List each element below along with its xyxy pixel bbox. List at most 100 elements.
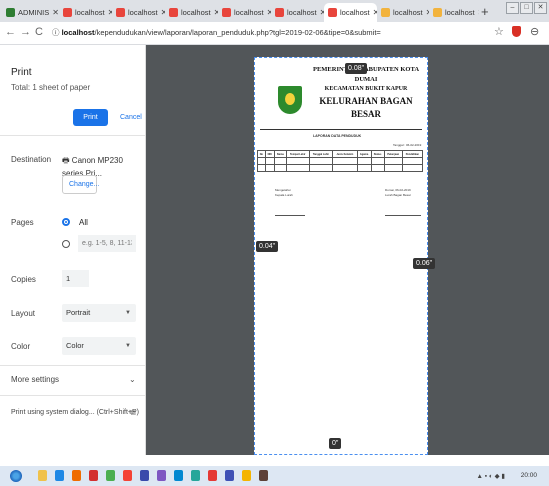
doc-heading-line3: KECAMATAN BUKIT KAPUR xyxy=(324,86,408,92)
system-tray-icons[interactable]: ▲ ▪ ◐ ◆ ▮ xyxy=(477,472,505,480)
site-favicon-icon xyxy=(328,8,337,17)
chrome-icon[interactable] xyxy=(242,470,251,481)
tab-localhost[interactable]: localhost ✕ xyxy=(218,3,271,22)
pages-all-radio[interactable] xyxy=(62,218,70,226)
cancel-button[interactable]: Cancel xyxy=(114,109,142,126)
tab-admin[interactable]: ADMINIS ✕ xyxy=(2,3,59,22)
url-host: localhost xyxy=(61,28,95,37)
tab-label: localhost xyxy=(445,8,475,17)
sheet-count: Total: 1 sheet of paper xyxy=(11,83,91,92)
profile-icon[interactable]: ⊖ xyxy=(530,25,539,38)
app-icon[interactable] xyxy=(89,470,98,481)
maximize-icon[interactable]: □ xyxy=(520,2,533,14)
ie-icon[interactable] xyxy=(55,470,64,481)
print-button[interactable]: Print xyxy=(73,109,108,126)
extension-shield-icon[interactable] xyxy=(512,26,521,37)
close-window-icon[interactable]: ✕ xyxy=(534,2,547,14)
close-icon[interactable]: ✕ xyxy=(52,8,59,17)
pages-range-radio[interactable] xyxy=(62,240,70,248)
pages-label: Pages xyxy=(11,218,34,227)
tab-localhost[interactable]: localhost ✕ xyxy=(271,3,324,22)
color-value: Color xyxy=(66,341,84,350)
tab-localhost[interactable]: localhost ✕ xyxy=(429,3,479,22)
app-icon[interactable] xyxy=(123,470,132,481)
signature-line-left xyxy=(275,215,305,216)
table-header-cell: Tanggal Lahir xyxy=(308,150,334,158)
reload-icon[interactable]: C xyxy=(35,26,43,38)
sign-right-line2: Lurah Bagan Besar xyxy=(385,193,411,197)
site-favicon-icon xyxy=(63,8,72,17)
divider xyxy=(0,365,145,366)
explorer-icon[interactable] xyxy=(38,470,47,481)
app-icon[interactable] xyxy=(157,470,166,481)
change-destination-button[interactable]: Change... xyxy=(62,175,99,194)
doc-heading-line4: KELURAHAN BAGAN xyxy=(319,96,413,106)
tab-label: localhost xyxy=(181,8,211,17)
close-icon[interactable]: ✕ xyxy=(478,8,479,17)
table-header-cell: Tempat Lahir xyxy=(285,150,310,158)
sign-left-line2: Kepala Lurah xyxy=(275,193,293,197)
report-title: LAPORAN DATA PENDUDUK xyxy=(313,134,362,138)
minimize-icon[interactable]: – xyxy=(506,2,519,14)
sign-left-line1: Mengetahui xyxy=(275,188,291,192)
table-header-cell: NIK xyxy=(264,150,275,158)
signature-line-right xyxy=(385,215,421,216)
tab-localhost[interactable]: localhost ✕ xyxy=(377,3,429,22)
table-header-cell: Agama xyxy=(356,150,372,158)
copies-input[interactable] xyxy=(62,270,89,287)
destination-label: Destination xyxy=(11,155,52,164)
site-favicon-icon xyxy=(381,8,390,17)
url-path: /kependudukan/view/laporan/laporan_pendu… xyxy=(94,28,381,37)
tab-localhost[interactable]: localhost ✕ xyxy=(59,3,112,22)
divider xyxy=(0,395,145,396)
copies-label: Copies xyxy=(11,275,36,284)
window-controls: – □ ✕ xyxy=(506,2,547,14)
back-arrow-icon[interactable]: ← xyxy=(5,26,16,38)
tab-label: localhost xyxy=(287,8,317,17)
app-icon[interactable] xyxy=(208,470,217,481)
print-settings-panel: Print Total: 1 sheet of paper Print Canc… xyxy=(0,45,146,455)
taskbar-clock[interactable]: 20:00 xyxy=(521,472,537,479)
doc-heading-line5: BESAR xyxy=(350,109,381,119)
pages-range-input[interactable] xyxy=(78,235,136,252)
margin-bottom-label: 0" xyxy=(329,438,342,449)
info-icon[interactable]: ⓘ xyxy=(52,28,60,37)
app-icon[interactable] xyxy=(106,470,115,481)
table-header-row: No NIK Nama Tempat Lahir Tanggal Lahir J… xyxy=(257,150,424,158)
site-favicon-icon xyxy=(169,8,178,17)
app-icon[interactable] xyxy=(191,470,200,481)
chevron-down-icon[interactable]: ⌄ xyxy=(129,375,136,384)
app-icon[interactable] xyxy=(174,470,183,481)
tab-localhost-active[interactable]: localhost ✕ xyxy=(324,3,377,22)
color-label: Color xyxy=(11,342,31,351)
dropdown-caret-icon: ▼ xyxy=(125,310,131,316)
population-table: No NIK Nama Tempat Lahir Tanggal Lahir J… xyxy=(257,150,424,172)
table-row xyxy=(257,157,424,165)
media-icon[interactable] xyxy=(72,470,81,481)
external-open-icon[interactable]: ⧉ xyxy=(130,408,136,418)
admin-favicon-icon xyxy=(6,8,15,17)
more-settings-toggle[interactable]: More settings xyxy=(11,375,59,384)
url-field[interactable]: ⓘ localhost/kependudukan/view/laporan/la… xyxy=(52,27,381,38)
new-tab-plus-icon[interactable]: + xyxy=(481,4,489,19)
forward-arrow-icon[interactable]: → xyxy=(20,26,31,38)
city-emblem-logo xyxy=(278,86,302,114)
system-dialog-link[interactable]: Print using system dialog... (Ctrl+Shift… xyxy=(11,409,139,416)
layout-label: Layout xyxy=(11,309,36,318)
address-bar: ← → C ⓘ localhost/kependudukan/view/lapo… xyxy=(0,22,549,45)
tab-localhost[interactable]: localhost ✕ xyxy=(165,3,218,22)
app-icon[interactable] xyxy=(259,470,268,481)
app-icon[interactable] xyxy=(140,470,149,481)
app-icon[interactable] xyxy=(225,470,234,481)
bookmark-star-icon[interactable]: ☆ xyxy=(494,25,504,38)
start-orb-icon[interactable] xyxy=(10,470,22,482)
tab-localhost[interactable]: localhost ✕ xyxy=(112,3,165,22)
layout-select[interactable]: Portrait ▼ xyxy=(62,304,136,322)
margin-top-label: 0.08" xyxy=(345,63,368,74)
printer-icon: 🖶 xyxy=(62,156,70,165)
site-favicon-icon xyxy=(433,8,442,17)
table-header-cell: Pendidikan xyxy=(401,150,424,158)
site-favicon-icon xyxy=(275,8,284,17)
print-title: Print xyxy=(11,67,32,78)
color-select[interactable]: Color ▼ xyxy=(62,337,136,355)
